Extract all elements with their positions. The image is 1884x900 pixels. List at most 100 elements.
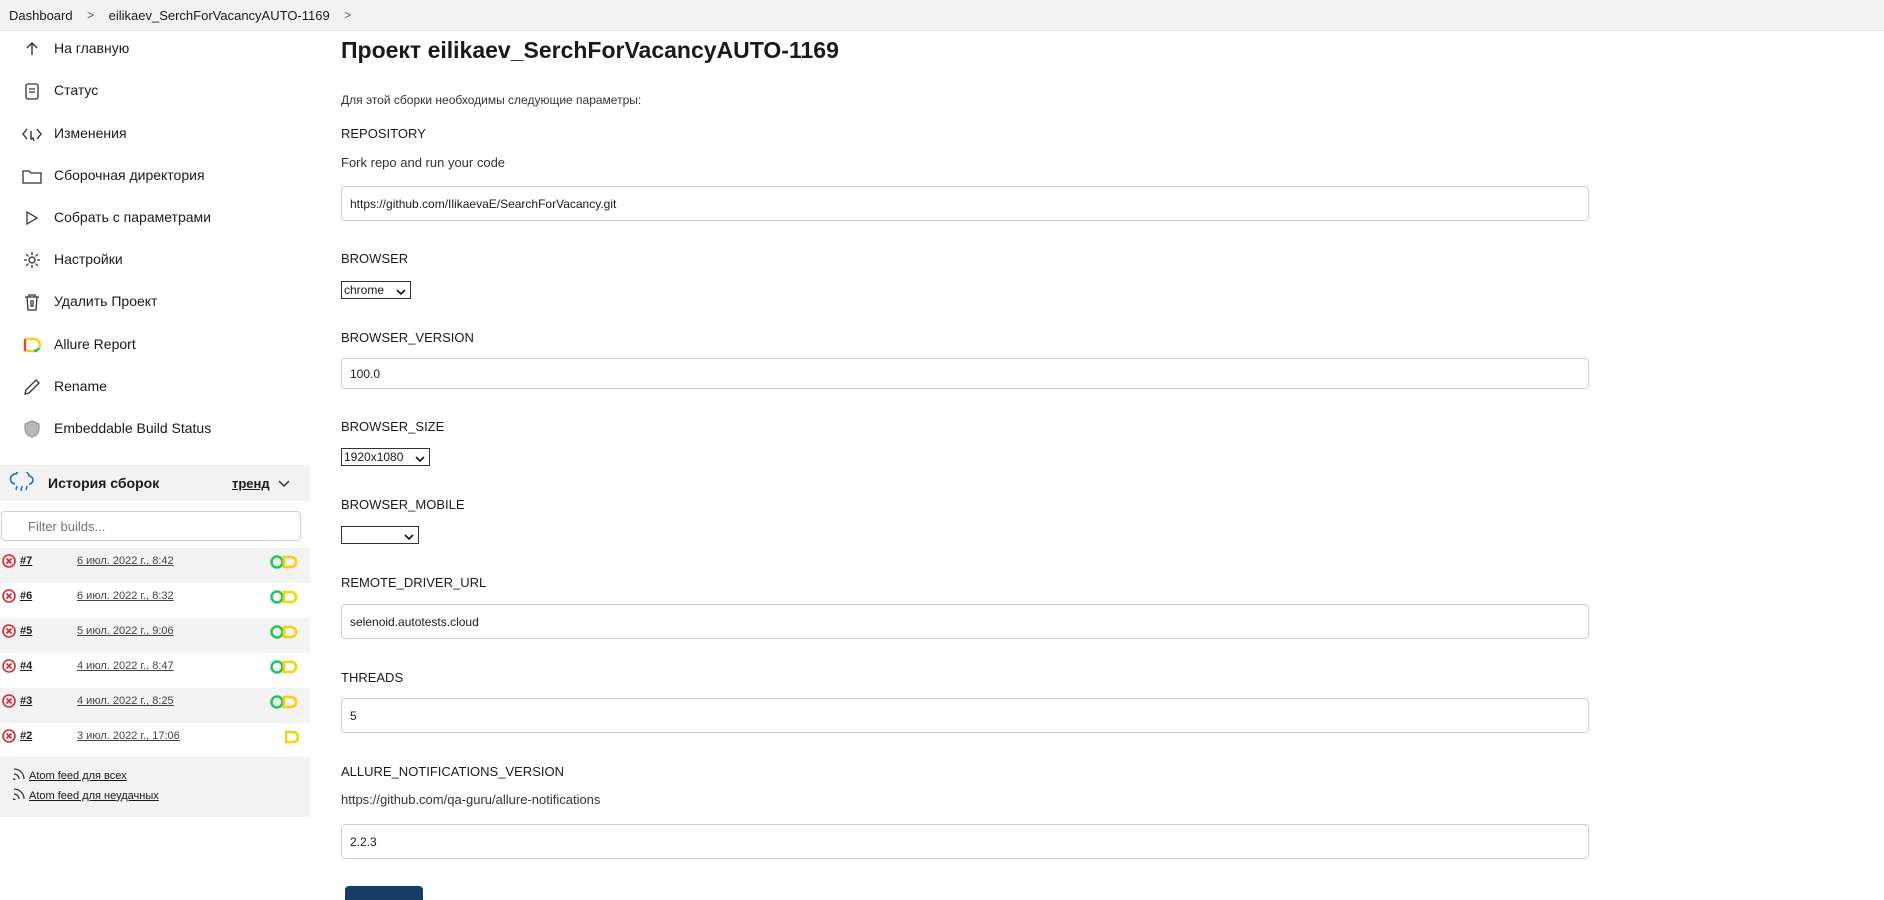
build-row: #4 4 июл. 2022 г., 8:47 [0,653,310,688]
page-title: Проект eilikaev_SerchForVacancyAUTO-1169 [341,37,839,63]
remote-driver-url-input[interactable] [341,604,1589,639]
build-row: #2 3 июл. 2022 г., 17:06 [0,723,310,758]
param-name-browser-mobile: BROWSER_MOBILE [341,497,465,512]
chevron-down-icon [415,452,425,466]
sidebar-item-embeddable-status[interactable]: Embeddable Build Status [0,408,310,448]
build-badges[interactable] [270,625,300,642]
sidebar-item-label: На главную [54,40,130,56]
build-number-link[interactable]: #2 [20,730,32,742]
trash-icon [21,292,43,312]
sidebar-item-home[interactable]: На главную [0,28,310,68]
build-date-link[interactable]: 3 июл. 2022 г., 17:06 [77,730,180,742]
allure-notifications-version-input[interactable] [341,824,1589,859]
sidebar-item-rename[interactable]: Rename [0,366,310,406]
repository-input[interactable] [341,186,1589,221]
failed-status-icon[interactable] [2,729,16,746]
build-badges[interactable] [270,695,300,712]
atom-feed-all-link[interactable]: Atom feed для всех [29,770,127,782]
build-date-link[interactable]: 6 июл. 2022 г., 8:42 [77,555,174,567]
build-row: #3 4 июл. 2022 г., 8:25 [0,688,310,723]
sidebar-item-label: Изменения [54,125,127,141]
build-date-link[interactable]: 5 июл. 2022 г., 9:06 [77,625,174,637]
document-icon [21,81,43,101]
build-row: #5 5 июл. 2022 г., 9:06 [0,618,310,653]
sidebar-item-label: Удалить Проект [54,293,158,309]
trend-link[interactable]: тренд [232,476,270,491]
build-number-link[interactable]: #5 [20,625,32,637]
param-name-threads: THREADS [341,670,404,685]
chevron-right-icon[interactable]: > [338,8,358,22]
build-row: #7 6 июл. 2022 г., 8:42 [0,548,310,583]
threads-input[interactable] [341,698,1589,733]
browser-size-select-value: 1920x1080 [344,450,404,464]
breadcrumb: Dashboard > eilikaev_SerchForVacancyAUTO… [0,0,1884,31]
browser-mobile-select[interactable] [341,526,419,544]
chevron-down-icon [404,530,414,544]
params-intro: Для этой сборки необходимы следующие пар… [341,93,642,107]
code-changes-icon [21,124,43,144]
pencil-icon [21,377,43,397]
build-date-link[interactable]: 4 июл. 2022 г., 8:47 [77,660,174,672]
filter-builds-input[interactable] [1,511,301,541]
chevron-down-icon [396,285,406,299]
folder-icon [21,166,43,186]
param-name-browser-size: BROWSER_SIZE [341,419,445,434]
build-badges[interactable] [270,660,300,677]
build-history-header: История сборок тренд [0,465,310,501]
rss-icon [12,788,25,803]
sidebar-item-label: Статус [54,82,99,98]
failed-status-icon[interactable] [2,554,16,571]
browser-size-select[interactable]: 1920x1080 [341,448,430,466]
sidebar-item-delete[interactable]: Удалить Проект [0,281,310,321]
failed-status-icon[interactable] [2,624,16,641]
feed-all: Atom feed для всех [12,768,127,783]
sidebar-item-allure-report[interactable]: Allure Report [0,324,310,364]
param-name-allure-notifications-version: ALLURE_NOTIFICATIONS_VERSION [341,764,564,779]
build-number-link[interactable]: #6 [20,590,32,602]
build-badges[interactable] [270,555,300,572]
build-list: #7 6 июл. 2022 г., 8:42 #6 6 июл. 2022 г… [0,548,310,758]
build-number-link[interactable]: #3 [20,695,32,707]
sidebar-item-label: Embeddable Build Status [54,420,212,436]
build-number-link[interactable]: #4 [20,660,32,672]
chevron-down-icon[interactable] [278,477,290,492]
failed-status-icon[interactable] [2,589,16,606]
atom-feeds: Atom feed для всех Atom feed для неудачн… [0,757,310,817]
sidebar-item-workspace[interactable]: Сборочная директория [0,155,310,195]
allure-badge[interactable] [284,730,300,747]
chevron-right-icon[interactable]: > [81,8,101,22]
browser-select[interactable]: chrome [341,281,411,299]
sidebar-item-configure[interactable]: Настройки [0,239,310,279]
build-date-link[interactable]: 6 июл. 2022 г., 8:32 [77,590,174,602]
build-history-title: История сборок [48,475,160,491]
param-name-browser-version: BROWSER_VERSION [341,330,474,345]
sidebar-item-label: Сборочная директория [54,167,205,183]
param-name-remote-driver-url: REMOTE_DRIVER_URL [341,575,487,590]
shield-icon [21,419,43,439]
build-badges[interactable] [270,590,300,607]
rss-icon [12,768,25,783]
browser-version-input[interactable] [341,358,1589,389]
gear-icon [21,250,43,270]
browser-select-value: chrome [344,283,385,297]
build-date-link[interactable]: 4 июл. 2022 г., 8:25 [77,695,174,707]
failed-status-icon[interactable] [2,659,16,676]
sidebar-item-changes[interactable]: Изменения [0,113,310,153]
sidebar-item-status[interactable]: Статус [0,70,310,110]
play-icon [21,208,43,228]
build-row: #6 6 июл. 2022 г., 8:32 [0,583,310,618]
atom-feed-failed-link[interactable]: Atom feed для неудачных [29,790,159,802]
breadcrumb-project[interactable]: eilikaev_SerchForVacancyAUTO-1169 [109,8,330,23]
param-description-allure-notifications-version: https://github.com/qa-guru/allure-notifi… [341,792,601,807]
failed-status-icon[interactable] [2,694,16,711]
build-button[interactable] [345,886,423,900]
param-description-repository: Fork repo and run your code [341,155,506,170]
sidebar-item-build-with-params[interactable]: Собрать с параметрами [0,197,310,237]
weather-rain-icon [9,469,35,497]
sidebar-item-label: Собрать с параметрами [54,209,211,225]
allure-icon [21,335,43,355]
param-name-repository: REPOSITORY [341,126,426,141]
build-number-link[interactable]: #7 [20,555,32,567]
breadcrumb-dashboard[interactable]: Dashboard [9,8,73,23]
feed-failed: Atom feed для неудачных [12,788,159,803]
